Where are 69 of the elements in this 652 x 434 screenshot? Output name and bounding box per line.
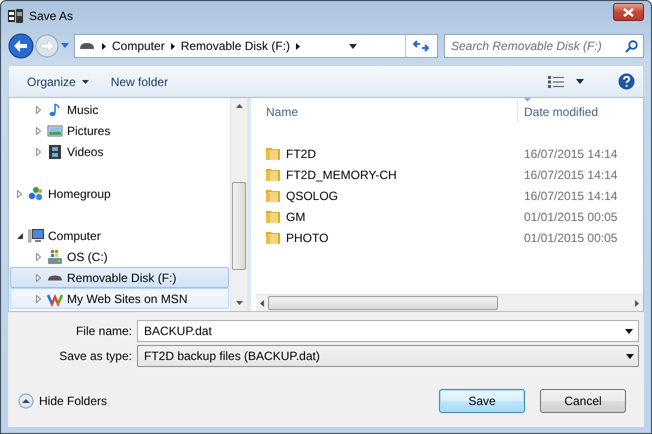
tree-item[interactable]: Computer <box>10 225 229 246</box>
dropdown-icon[interactable] <box>625 329 633 334</box>
organize-menu[interactable]: Organize <box>19 70 97 92</box>
window-title: Save As <box>29 8 74 25</box>
caret-icon <box>82 80 89 84</box>
tree-item[interactable]: Videos <box>10 141 229 162</box>
breadcrumb[interactable]: Removable Disk (F:) <box>180 37 290 55</box>
breadcrumb[interactable]: Computer <box>112 37 165 55</box>
scroll-right-icon[interactable] <box>635 300 639 306</box>
cancel-button[interactable]: Cancel <box>540 389 626 413</box>
tree-item[interactable]: Pictures <box>10 120 229 141</box>
scroll-down-icon[interactable] <box>236 301 242 305</box>
vertical-scrollbar[interactable] <box>230 98 247 311</box>
folder-icon <box>266 231 280 244</box>
file-date: 16/07/2015 14:14 <box>523 166 618 184</box>
drive-icon <box>47 248 63 264</box>
tree-item[interactable]: Removable Disk (F:) <box>10 267 229 288</box>
tree-item[interactable]: Music <box>10 99 229 120</box>
folder-icon <box>266 168 280 181</box>
hide-folders-button[interactable]: Hide Folders <box>8 392 108 410</box>
file-date: 01/01/2015 00:05 <box>523 230 618 246</box>
file-name[interactable]: PHOTO <box>286 228 328 246</box>
file-name[interactable]: QSOLOG <box>286 186 338 204</box>
file-name-label: File name: <box>74 323 132 340</box>
expander-icon[interactable] <box>15 232 24 238</box>
breadcrumb-arrow-icon[interactable] <box>170 42 175 50</box>
computer-icon <box>28 228 44 244</box>
app-icon <box>8 8 24 24</box>
refresh-icon <box>413 39 430 53</box>
tree-item[interactable]: OS (C:) <box>10 246 229 267</box>
save-button[interactable]: Save <box>439 389 525 413</box>
file-name-field[interactable]: BACKUP.dat <box>137 320 639 342</box>
search-field[interactable]: Search Removable Disk (F:) <box>444 34 644 58</box>
tree-item[interactable]: Homegroup <box>10 183 229 204</box>
tree-item[interactable]: My Web Sites on MSN <box>10 288 229 309</box>
file-name[interactable]: GM <box>286 208 306 226</box>
breadcrumb-arrow-icon[interactable] <box>102 42 106 50</box>
search-icon <box>625 40 638 53</box>
close-icon <box>623 8 634 16</box>
dropdown-icon[interactable] <box>348 44 357 48</box>
drive-icon <box>47 274 63 280</box>
scroll-left-icon[interactable] <box>260 300 264 306</box>
horizontal-scrollbar[interactable] <box>256 294 643 311</box>
column-header[interactable]: Name <box>256 98 518 122</box>
drive-icon <box>79 42 95 50</box>
homegroup-icon <box>28 186 44 202</box>
film-icon <box>47 144 63 160</box>
picture-icon <box>47 122 63 138</box>
folder-icon <box>266 210 280 223</box>
file-date: 01/01/2015 00:05 <box>523 208 618 226</box>
new-folder-button[interactable]: New folder <box>102 70 176 92</box>
history-dropdown-icon[interactable] <box>60 43 70 49</box>
close-button[interactable] <box>613 3 644 21</box>
folder-icon <box>266 189 280 202</box>
file-name[interactable]: FT2D <box>286 144 316 162</box>
column-header[interactable]: Date modified <box>518 98 604 122</box>
breadcrumb-arrow-icon[interactable] <box>296 42 300 50</box>
view-icon[interactable] <box>548 76 564 88</box>
save-as-type-label: Save as type: <box>58 348 132 365</box>
folder-icon <box>266 147 280 160</box>
view-dropdown-icon[interactable] <box>576 79 584 84</box>
dropdown-icon <box>626 354 634 358</box>
file-date: 16/07/2015 14:14 <box>523 188 618 204</box>
help-icon[interactable] <box>618 73 635 90</box>
save-as-type-dropdown[interactable]: FT2D backup files (BACKUP.dat) <box>137 345 639 367</box>
file-date: 16/07/2015 14:14 <box>523 146 618 162</box>
file-name[interactable]: FT2D_MEMORY-CH <box>286 166 397 184</box>
scroll-up-icon[interactable] <box>236 104 242 108</box>
back-button[interactable] <box>8 33 34 59</box>
